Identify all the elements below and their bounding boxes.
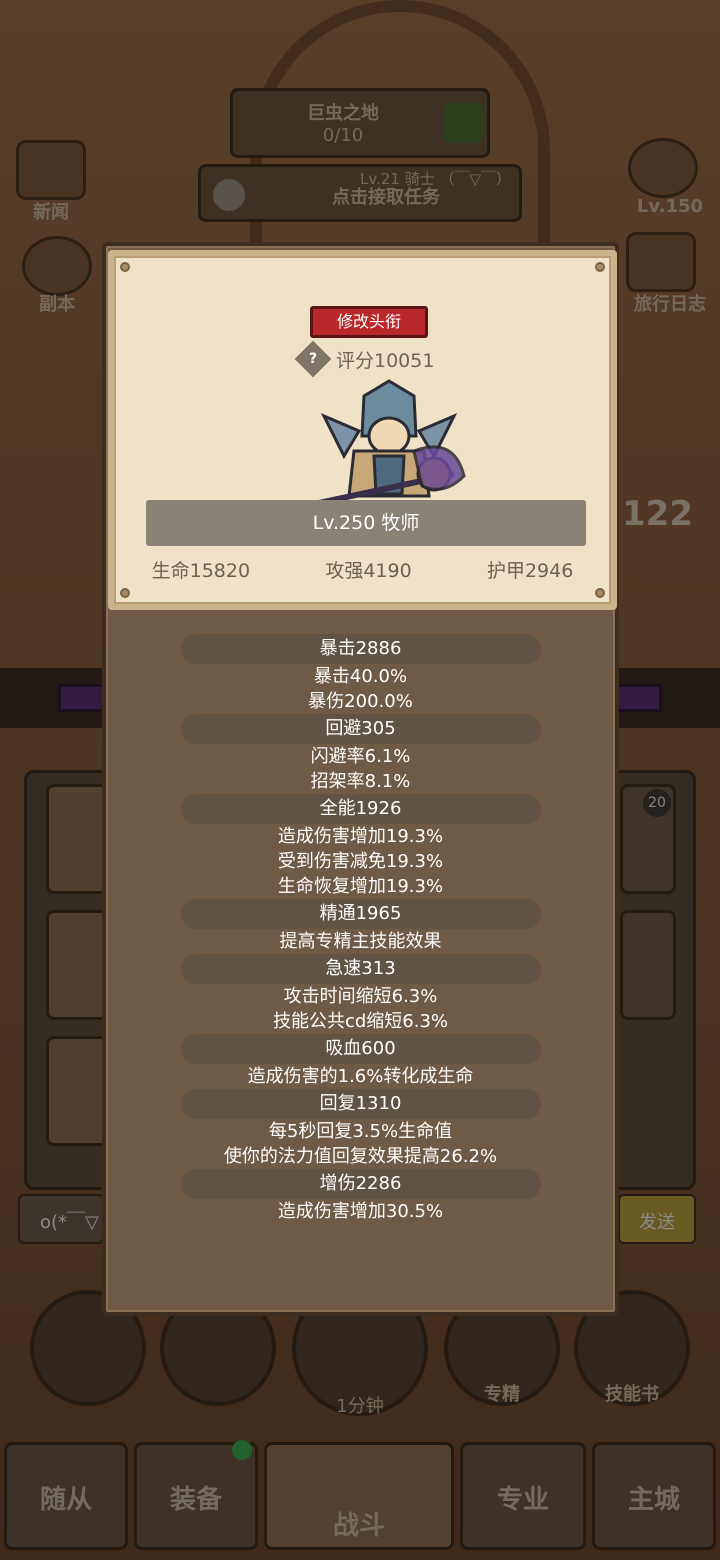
attribute-header: 精通1965: [180, 899, 541, 929]
character-avatar: [313, 379, 466, 507]
attribute-header: 急速313: [180, 954, 541, 984]
attribute-detail: 暴伤200.0%: [308, 691, 413, 712]
attribute-detail: 每5秒回复3.5%生命值: [268, 1121, 453, 1142]
attribute-detail: 闪避率6.1%: [310, 746, 411, 767]
help-icon[interactable]: ?: [294, 340, 332, 378]
attribute-detail: 攻击时间缩短6.3%: [283, 986, 438, 1007]
attribute-header: 暴击2886: [180, 634, 541, 664]
attribute-header: 回避305: [180, 714, 541, 744]
attribute-detail: 提高专精主技能效果: [279, 931, 442, 952]
stat-health: 生命15820: [151, 560, 251, 582]
attribute-header: 回复1310: [180, 1089, 541, 1119]
attribute-detail: 使你的法力值回复效果提高26.2%: [223, 1146, 498, 1167]
attribute-detail: 生命恢复增加19.3%: [277, 876, 444, 897]
character-stats-panel: 修改头衔 ? 评分10051 Lv.250 牧师 生命15820 攻强4190 …: [102, 242, 619, 1316]
primary-stats: 生命15820 攻强4190 护甲2946: [114, 556, 611, 583]
score: 评分10051: [336, 349, 435, 372]
stat-attack-power: 攻强4190: [325, 560, 412, 582]
stat-armor: 护甲2946: [486, 560, 574, 582]
attribute-header: 全能1926: [180, 794, 541, 824]
attribute-header: 吸血600: [180, 1034, 541, 1064]
level-class: Lv.250 牧师: [146, 500, 586, 546]
edit-title-button[interactable]: 修改头衔: [310, 306, 428, 338]
attribute-detail: 造成伤害增加19.3%: [277, 826, 444, 847]
attribute-detail: 造成伤害增加30.5%: [277, 1201, 444, 1222]
attribute-header: 增伤2286: [180, 1169, 541, 1199]
attribute-detail: 技能公共cd缩短6.3%: [272, 1011, 449, 1032]
score-row: ? 评分10051: [294, 340, 435, 378]
attribute-detail: 暴击40.0%: [313, 666, 408, 687]
attribute-detail: 造成伤害的1.6%转化成生命: [247, 1066, 474, 1087]
attribute-detail: 受到伤害减免19.3%: [277, 851, 444, 872]
attribute-detail: 招架率8.1%: [310, 771, 411, 792]
attribute-list: 暴击2886 暴击40.0% 暴伤200.0% 回避305 闪避率6.1% 招架率8.1%…: [106, 634, 615, 1224]
character-card: 修改头衔 ? 评分10051 Lv.250 牧师 生命15820 攻强4190 …: [108, 250, 617, 610]
